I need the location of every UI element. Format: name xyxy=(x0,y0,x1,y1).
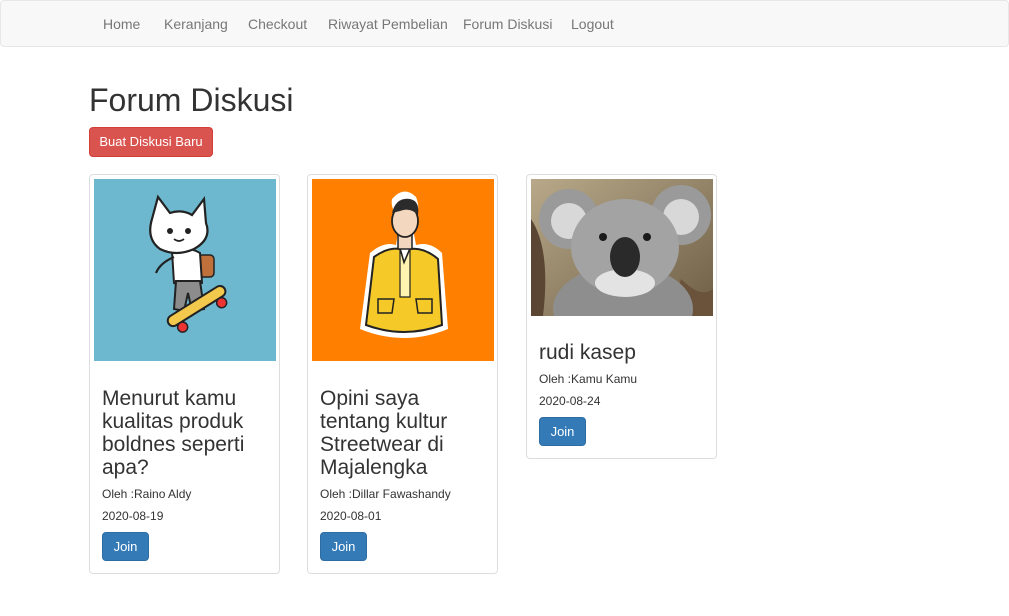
nav-riwayat-pembelian-link[interactable]: Riwayat Pembelian xyxy=(328,16,448,32)
join-button[interactable]: Join xyxy=(102,532,149,561)
discussion-date: 2020-08-24 xyxy=(539,394,601,408)
new-discussion-button[interactable]: Buat Diskusi Baru xyxy=(89,127,213,157)
join-button[interactable]: Join xyxy=(539,417,586,446)
discussion-title: Menurut kamu kualitas produk boldnes sep… xyxy=(102,387,245,479)
discussion-title: rudi kasep xyxy=(539,341,636,364)
discussion-date: 2020-08-01 xyxy=(320,509,382,523)
discussion-card: Opini saya tentang kultur Streetwear di … xyxy=(307,174,498,574)
discussion-author: Oleh :Dillar Fawashandy xyxy=(320,487,451,501)
nav-logout-link[interactable]: Logout xyxy=(571,16,614,32)
nav-forum-diskusi-link[interactable]: Forum Diskusi xyxy=(463,16,552,32)
nav-keranjang-link[interactable]: Keranjang xyxy=(164,16,228,32)
discussion-title: Opini saya tentang kultur Streetwear di … xyxy=(320,387,448,479)
discussion-card: Menurut kamu kualitas produk boldnes sep… xyxy=(89,174,280,574)
nav-home-link[interactable]: Home xyxy=(103,16,140,32)
man-yellow-jacket-image xyxy=(312,179,494,361)
cat-skateboard-image xyxy=(94,179,276,361)
page-title: Forum Diskusi xyxy=(89,82,294,118)
discussion-date: 2020-08-19 xyxy=(102,509,164,523)
join-button[interactable]: Join xyxy=(320,532,367,561)
top-navbar: Home Keranjang Checkout Riwayat Pembelia… xyxy=(0,0,1009,47)
nav-checkout-link[interactable]: Checkout xyxy=(248,16,307,32)
koala-image xyxy=(531,179,713,316)
discussion-card: rudi kasep Oleh :Kamu Kamu 2020-08-24 Jo… xyxy=(526,174,717,459)
discussion-author: Oleh :Raino Aldy xyxy=(102,487,192,501)
discussion-author: Oleh :Kamu Kamu xyxy=(539,372,638,386)
